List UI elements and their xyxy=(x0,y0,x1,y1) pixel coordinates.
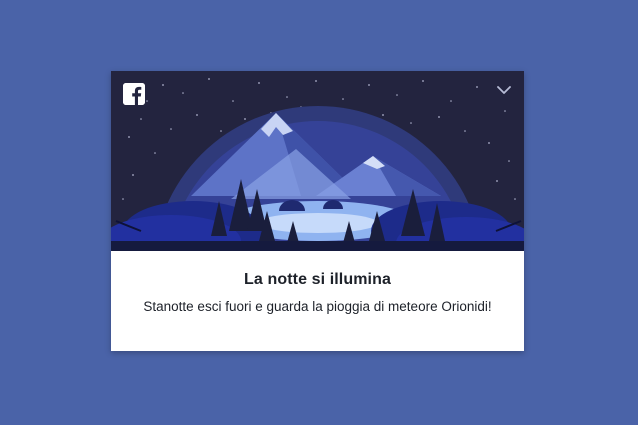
chevron-down-icon[interactable] xyxy=(496,83,512,97)
card-title: La notte si illumina xyxy=(244,271,391,288)
hero-illustration xyxy=(111,71,524,251)
card-text-area: La notte si illumina Stanotte esci fuori… xyxy=(111,251,524,351)
card-body: Stanotte esci fuori e guarda la pioggia … xyxy=(143,299,492,314)
night-mountains-illustration xyxy=(111,71,524,251)
memory-card[interactable]: La notte si illumina Stanotte esci fuori… xyxy=(111,71,524,351)
facebook-logo-icon xyxy=(123,83,145,105)
